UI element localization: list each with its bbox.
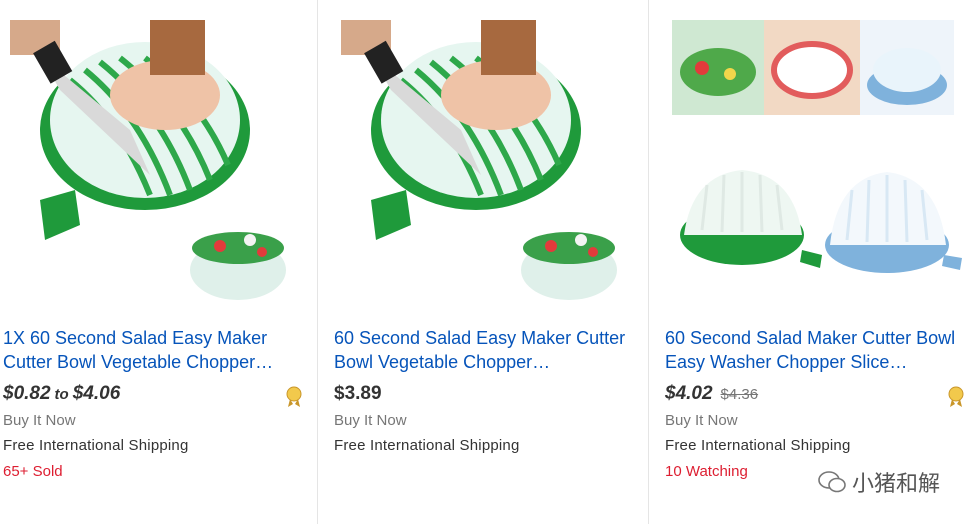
was-price: $4.36 xyxy=(720,386,759,403)
price-from: $0.82 xyxy=(3,383,51,404)
buying-format: Buy It Now xyxy=(665,412,738,429)
listing-title[interactable]: 60 Second Salad Easy Maker Cutter Bowl V… xyxy=(334,326,634,374)
shipping-info: Free International Shipping xyxy=(665,437,851,454)
price-range: $0.82 to $4.06 xyxy=(3,382,120,407)
card-divider xyxy=(317,0,318,524)
product-image[interactable] xyxy=(0,0,314,320)
price-block: $4.02 $4.36 xyxy=(665,382,758,407)
top-rated-seller-icon xyxy=(948,386,964,407)
watermark-text: 小猪和解 xyxy=(852,471,941,496)
price: $4.02 xyxy=(665,383,713,404)
price-to-word: to xyxy=(54,386,69,403)
hotness-badge: 65+ Sold xyxy=(3,463,63,480)
top-rated-seller-icon xyxy=(286,386,302,407)
watermark: 小猪和解 xyxy=(818,466,940,498)
price-to: $4.06 xyxy=(72,383,121,404)
shipping-info: Free International Shipping xyxy=(3,437,189,454)
listing-card[interactable]: 1X 60 Second Salad Easy Maker Cutter Bow… xyxy=(0,0,317,524)
card-divider xyxy=(648,0,649,524)
search-results-grid: 1X 60 Second Salad Easy Maker Cutter Bow… xyxy=(0,0,978,524)
buying-format: Buy It Now xyxy=(334,412,407,429)
wechat-icon xyxy=(818,471,846,493)
product-image[interactable] xyxy=(331,0,645,320)
shipping-info: Free International Shipping xyxy=(334,437,520,454)
product-image[interactable] xyxy=(662,0,976,320)
price: $3.89 xyxy=(334,383,382,404)
listing-title[interactable]: 60 Second Salad Maker Cutter Bowl Easy W… xyxy=(665,326,965,374)
listing-title[interactable]: 1X 60 Second Salad Easy Maker Cutter Bow… xyxy=(3,326,303,374)
buying-format: Buy It Now xyxy=(3,412,76,429)
listing-card[interactable]: 60 Second Salad Maker Cutter Bowl Easy W… xyxy=(662,0,978,524)
hotness-badge: 10 Watching xyxy=(665,463,748,480)
listing-card[interactable]: 60 Second Salad Easy Maker Cutter Bowl V… xyxy=(331,0,648,524)
